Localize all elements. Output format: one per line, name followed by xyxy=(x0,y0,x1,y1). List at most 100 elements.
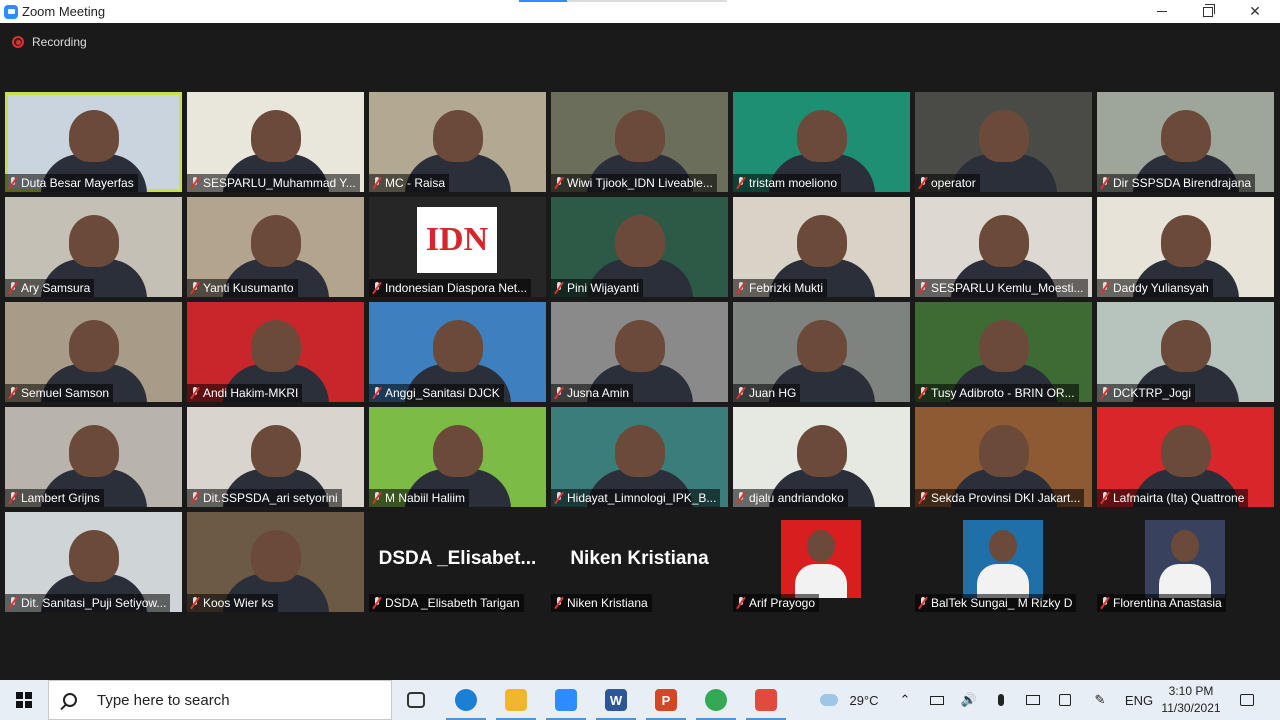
participant-tile[interactable]: Jusna Amin xyxy=(551,302,728,402)
edge-taskbar-button[interactable] xyxy=(442,680,490,720)
muted-microphone-icon xyxy=(372,177,382,189)
participant-video-head xyxy=(69,110,119,162)
input-language[interactable]: ENG xyxy=(1122,680,1156,720)
participant-tile[interactable]: Hidayat_Limnologi_IPK_B... xyxy=(551,407,728,507)
participant-name: Sekda Provinsi DKI Jakart... xyxy=(915,489,1085,507)
start-button[interactable] xyxy=(0,680,48,720)
chrome-taskbar-button[interactable] xyxy=(692,680,740,720)
zoom-icon xyxy=(555,689,577,711)
minimize-icon xyxy=(1157,11,1167,12)
participant-tile[interactable]: Lambert Grijns xyxy=(5,407,182,507)
title-accent-bar-gray xyxy=(567,0,727,2)
muted-microphone-icon xyxy=(736,387,746,399)
participant-tile[interactable]: DSDA _Elisabet... DSDA _Elisabeth Tarigan xyxy=(369,512,546,612)
participant-video-head xyxy=(433,320,483,372)
task-view-taskbar-button[interactable] xyxy=(392,680,440,720)
participant-tile[interactable]: SESPARLU Kemlu_Moesti... xyxy=(915,197,1092,297)
participant-video-head xyxy=(797,425,847,477)
recording-icon xyxy=(12,36,24,48)
weather-icon[interactable] xyxy=(812,680,846,720)
participant-tile[interactable]: Daddy Yuliansyah xyxy=(1097,197,1274,297)
participant-video-head xyxy=(1161,110,1211,162)
muted-microphone-icon xyxy=(1100,177,1110,189)
participant-name: Febrizki Mukti xyxy=(733,279,828,297)
show-hidden-icons-icon[interactable]: ⌃ xyxy=(893,680,917,720)
participant-tile[interactable]: Pini Wijayanti xyxy=(551,197,728,297)
muted-microphone-icon xyxy=(1100,282,1110,294)
participant-tile[interactable]: Anggi_Sanitasi DJCK xyxy=(369,302,546,402)
muted-microphone-icon xyxy=(918,387,928,399)
clock[interactable]: 3:10 PM 11/30/2021 xyxy=(1158,683,1224,717)
participant-tile[interactable]: djalu andriandoko xyxy=(733,407,910,507)
participant-tile[interactable]: M Nabiil Haliim xyxy=(369,407,546,507)
volume-icon[interactable]: 🔊 xyxy=(957,680,981,720)
muted-microphone-icon xyxy=(736,177,746,189)
pen-icon[interactable]: ✎ xyxy=(1088,680,1112,720)
participant-tile[interactable]: Yanti Kusumanto xyxy=(187,197,364,297)
participant-tile[interactable]: Wiwi Tjiook_IDN Liveable... xyxy=(551,92,728,192)
network-icon[interactable] xyxy=(1021,680,1045,720)
participant-tile[interactable]: tristam moeliono xyxy=(733,92,910,192)
participant-tile[interactable]: Juan HG xyxy=(733,302,910,402)
participant-tile[interactable]: Tusy Adibroto - BRIN OR... xyxy=(915,302,1092,402)
participant-tile[interactable]: Duta Besar Mayerfas xyxy=(5,92,182,192)
participant-tile[interactable]: Febrizki Mukti xyxy=(733,197,910,297)
participant-video-head xyxy=(1161,215,1211,267)
participant-tile[interactable]: Arif Prayogo xyxy=(733,512,910,612)
powerpoint-taskbar-button[interactable]: P xyxy=(642,680,690,720)
participant-video-head xyxy=(797,320,847,372)
word-taskbar-button[interactable]: W xyxy=(592,680,640,720)
participant-tile[interactable]: MC - Raisa xyxy=(369,92,546,192)
participant-tile[interactable]: Sekda Provinsi DKI Jakart... xyxy=(915,407,1092,507)
file-explorer-taskbar-button[interactable] xyxy=(492,680,540,720)
title-accent-bar xyxy=(519,0,567,2)
muted-microphone-icon xyxy=(372,282,382,294)
participant-tile[interactable]: operator xyxy=(915,92,1092,192)
muted-microphone-icon xyxy=(8,177,18,189)
participant-video-head xyxy=(251,110,301,162)
close-button[interactable]: ✕ xyxy=(1232,0,1278,23)
notifications-icon[interactable] xyxy=(1232,680,1262,720)
participant-tile[interactable]: IDN Indonesian Diaspora Net... xyxy=(369,197,546,297)
microphone-icon[interactable] xyxy=(989,680,1013,720)
muted-microphone-icon xyxy=(190,177,200,189)
participant-name: SESPARLU Kemlu_Moesti... xyxy=(915,279,1088,297)
participant-video-head xyxy=(797,215,847,267)
recording-indicator[interactable]: Recording xyxy=(12,35,87,49)
participant-tile[interactable]: DCKTRP_Jogi xyxy=(1097,302,1274,402)
participant-tile[interactable]: Lafmairta (Ita) Quattrone xyxy=(1097,407,1274,507)
restore-button[interactable] xyxy=(1185,0,1231,23)
zoom-taskbar-button[interactable] xyxy=(542,680,590,720)
participant-name: Lafmairta (Ita) Quattrone xyxy=(1097,489,1249,507)
participant-tile[interactable]: Florentina Anastasia xyxy=(1097,512,1274,612)
participant-video-head xyxy=(69,425,119,477)
participant-tile[interactable]: BalTek Sungai_ M Rizky D xyxy=(915,512,1092,612)
muted-microphone-icon xyxy=(554,597,564,609)
meet-now-icon[interactable] xyxy=(1053,680,1077,720)
participant-tile[interactable]: Dir SSPSDA Birendrajana xyxy=(1097,92,1274,192)
participant-tile[interactable]: Andi Hakim-MKRI xyxy=(187,302,364,402)
muted-microphone-icon xyxy=(554,492,564,504)
snipping-taskbar-button[interactable] xyxy=(742,680,790,720)
participant-tile[interactable]: Niken Kristiana Niken Kristiana xyxy=(551,512,728,612)
participant-tile[interactable]: Koos Wier ks xyxy=(187,512,364,612)
participant-tile[interactable]: Ary Samsura xyxy=(5,197,182,297)
participant-tile[interactable]: SESPARLU_Muhammad Y... xyxy=(187,92,364,192)
participant-tile[interactable]: Dit. Sanitasi_Puji Setiyow... xyxy=(5,512,182,612)
battery-icon[interactable] xyxy=(925,680,949,720)
taskbar-search-box[interactable]: Type here to search xyxy=(48,680,392,720)
participant-video-head xyxy=(615,215,665,267)
participant-video-head xyxy=(979,320,1029,372)
participant-name: djalu andriandoko xyxy=(733,489,848,507)
word-icon: W xyxy=(605,689,627,711)
participant-video-head xyxy=(251,425,301,477)
participant-name: DSDA _Elisabeth Tarigan xyxy=(369,594,524,612)
weather-temperature[interactable]: 29°C xyxy=(846,680,882,720)
participant-tile[interactable]: Dit.SSPSDA_ari setyorini xyxy=(187,407,364,507)
minimize-button[interactable] xyxy=(1139,0,1185,23)
muted-microphone-icon xyxy=(1100,597,1110,609)
muted-microphone-icon xyxy=(190,492,200,504)
participant-tile[interactable]: Semuel Samson xyxy=(5,302,182,402)
participant-name: DCKTRP_Jogi xyxy=(1097,384,1196,402)
restore-icon xyxy=(1203,3,1215,17)
